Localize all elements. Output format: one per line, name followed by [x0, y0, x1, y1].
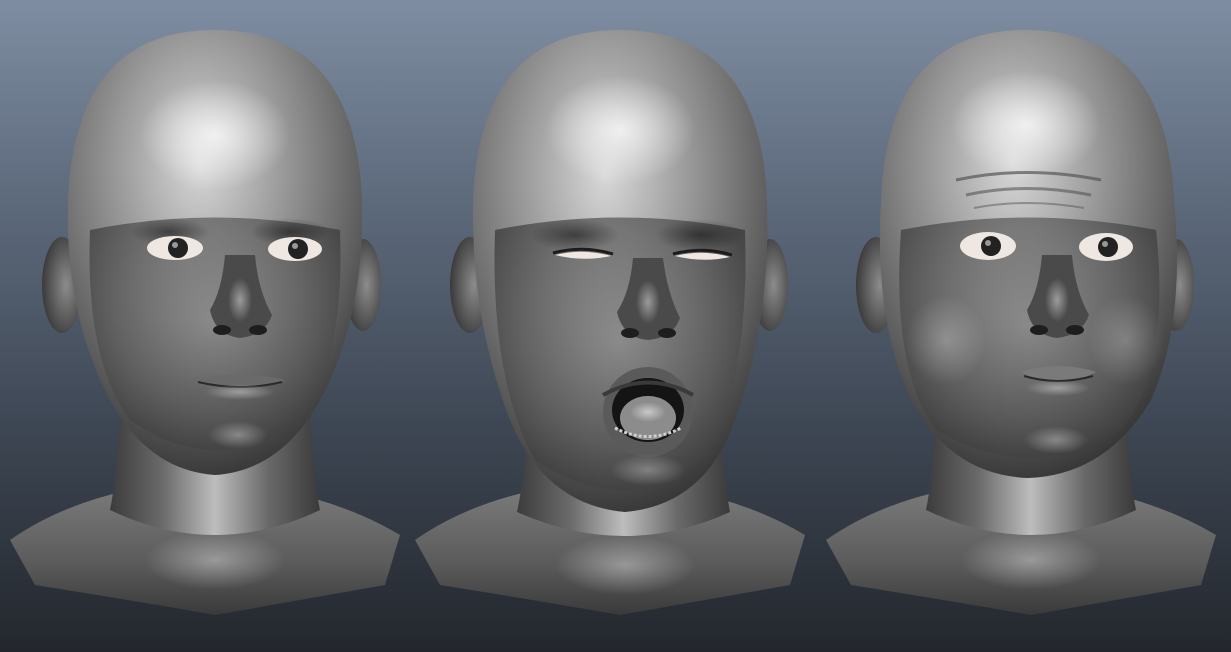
right-eye: [268, 237, 322, 261]
left-eye: [960, 232, 1016, 260]
head-model-yawn[interactable]: [405, 0, 815, 652]
3d-viewport[interactable]: [0, 0, 1231, 652]
open-mouth: [602, 367, 694, 457]
head-model-neutral[interactable]: [0, 0, 410, 652]
head-model-puffed[interactable]: [816, 0, 1226, 652]
left-eye: [147, 236, 203, 260]
right-eye: [1079, 233, 1133, 261]
